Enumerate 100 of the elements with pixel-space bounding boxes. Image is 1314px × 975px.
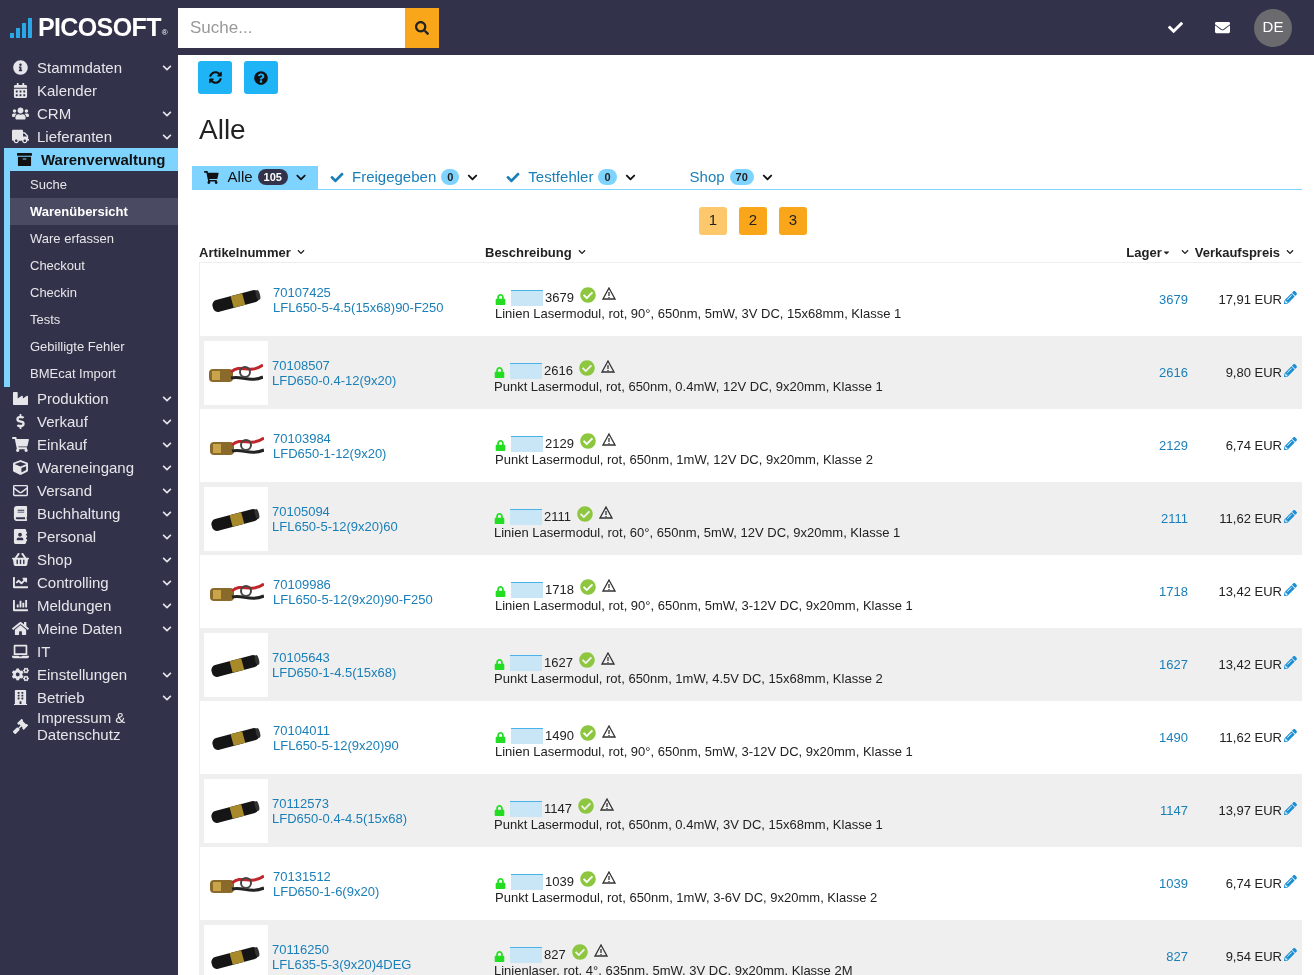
stock-link[interactable]: 3679 bbox=[1120, 289, 1190, 310]
page-button[interactable]: 1 bbox=[699, 206, 727, 235]
sidebar-item[interactable]: Stammdaten bbox=[0, 56, 178, 79]
sidebar-item[interactable]: IT bbox=[0, 640, 178, 663]
edit-icon[interactable] bbox=[1284, 364, 1297, 377]
check-icon[interactable] bbox=[1168, 20, 1183, 35]
article-number-link[interactable]: 70105643 bbox=[272, 649, 494, 665]
edit-icon[interactable] bbox=[1284, 875, 1297, 888]
article-number-link[interactable]: 70103984 bbox=[273, 430, 495, 446]
model-link[interactable]: LFL650-5-4.5(15x68)90-F250 bbox=[273, 299, 495, 315]
sidebar-item[interactable]: Controlling bbox=[0, 571, 178, 594]
edit-icon[interactable] bbox=[1284, 656, 1297, 669]
stock-link[interactable]: 2129 bbox=[1120, 435, 1190, 456]
edit-icon[interactable] bbox=[1284, 291, 1297, 304]
sidebar-subitem[interactable]: Checkin bbox=[10, 279, 178, 306]
lock-icon bbox=[495, 877, 506, 889]
model-link[interactable]: LFD650-0.4-4.5(15x68) bbox=[272, 810, 494, 826]
model-link[interactable]: LFL650-5-12(9x20)90 bbox=[273, 737, 495, 753]
cart-icon bbox=[204, 169, 219, 185]
lock-icon bbox=[494, 366, 505, 378]
page-button[interactable]: 3 bbox=[779, 206, 807, 235]
sidebar-item[interactable]: Meldungen bbox=[0, 594, 178, 617]
edit-icon[interactable] bbox=[1284, 948, 1297, 961]
stock-link[interactable]: 1718 bbox=[1120, 581, 1190, 602]
stock-count: 1490 bbox=[545, 728, 574, 743]
article-number-link[interactable]: 70131512 bbox=[273, 868, 495, 884]
model-link[interactable]: LFD650-1-12(9x20) bbox=[273, 445, 495, 461]
avatar[interactable]: DE bbox=[1254, 8, 1292, 47]
search-field[interactable]: Suche... bbox=[178, 7, 405, 48]
article-number-link[interactable]: 70107425 bbox=[273, 284, 495, 300]
tab[interactable]: Shop 70 bbox=[677, 166, 785, 189]
article-number-link[interactable]: 70116250 bbox=[272, 941, 494, 957]
stock-link[interactable]: 1490 bbox=[1120, 727, 1190, 748]
sidebar-subitem[interactable]: Tests bbox=[10, 306, 178, 333]
model-link[interactable]: LFD650-1-6(9x20) bbox=[273, 883, 495, 899]
search-button[interactable] bbox=[405, 7, 439, 48]
stock-link[interactable]: 2111 bbox=[1120, 508, 1190, 529]
stock-link[interactable]: 1147 bbox=[1120, 800, 1190, 821]
model-link[interactable]: LFL650-5-12(9x20)90-F250 bbox=[273, 591, 495, 607]
laptop-icon bbox=[12, 644, 29, 659]
page-button[interactable]: 2 bbox=[739, 206, 767, 235]
tab[interactable]: Testfehler 0 bbox=[494, 166, 648, 189]
sidebar-item[interactable]: Einstellungen bbox=[0, 663, 178, 686]
sidebar-subitem[interactable]: BMEcat Import bbox=[10, 360, 178, 387]
article-number-link[interactable]: 70108507 bbox=[272, 357, 494, 373]
price: 6,74 EUR bbox=[1224, 436, 1282, 455]
edit-icon[interactable] bbox=[1284, 583, 1297, 596]
sidebar-item[interactable]: Lieferanten bbox=[0, 125, 178, 148]
table-row[interactable]: 70108507 LFD650-0.4-12(9x20) 2616 Punkt Lasermodul, rot, 650nm, 0.4mW, 12V DC, 9x20mm, Klasse 1 2616 9,80 EUR bbox=[199, 336, 1302, 409]
model-link[interactable]: LFL635-5-3(9x20)4DEG bbox=[272, 956, 494, 972]
column-header[interactable]: Lager bbox=[1126, 242, 1171, 262]
sidebar-subitem[interactable]: Suche bbox=[10, 171, 178, 198]
sidebar-subitem[interactable]: Warenübersicht bbox=[10, 198, 178, 225]
sidebar-subitem[interactable]: Ware erfassen bbox=[10, 225, 178, 252]
stock-link[interactable]: 2616 bbox=[1120, 362, 1190, 383]
count-badge: 0 bbox=[598, 169, 617, 186]
chevron-down-icon[interactable] bbox=[1180, 248, 1189, 257]
model-link[interactable]: LFD650-0.4-12(9x20) bbox=[272, 372, 494, 388]
sidebar-item[interactable]: Versand bbox=[0, 479, 178, 502]
tab[interactable]: Alle 105 bbox=[192, 166, 318, 189]
column-header[interactable]: Artikelnummer bbox=[199, 242, 485, 262]
stock-link[interactable]: 827 bbox=[1120, 946, 1190, 967]
table-row[interactable]: 70112573 LFD650-0.4-4.5(15x68) 1147 Punkt Lasermodul, rot, 650nm, 0.4mW, 3V DC, 15x68mm, Klasse 1 1147 13,97 EUR bbox=[199, 774, 1302, 847]
sidebar-item[interactable]: CRM bbox=[0, 102, 178, 125]
refresh-button[interactable] bbox=[198, 61, 232, 94]
article-number-link[interactable]: 70105094 bbox=[272, 503, 494, 519]
envelope-icon[interactable] bbox=[1215, 20, 1230, 35]
chevron-down-icon bbox=[577, 248, 586, 257]
edit-icon[interactable] bbox=[1284, 729, 1297, 742]
edit-icon[interactable] bbox=[1284, 802, 1297, 815]
edit-icon[interactable] bbox=[1284, 437, 1297, 450]
sidebar-item[interactable]: Personal bbox=[0, 525, 178, 548]
sidebar-item[interactable]: Verkauf bbox=[0, 410, 178, 433]
edit-icon[interactable] bbox=[1284, 510, 1297, 523]
sidebar-subitem[interactable]: Checkout bbox=[10, 252, 178, 279]
sidebar-item[interactable]: Wareneingang bbox=[0, 456, 178, 479]
sidebar-item[interactable]: Produktion bbox=[0, 387, 178, 410]
sidebar-subitem[interactable]: Gebilligte Fehler bbox=[10, 333, 178, 360]
help-button[interactable] bbox=[244, 61, 278, 94]
sidebar-item[interactable]: Buchhaltung bbox=[0, 502, 178, 525]
sidebar-item[interactable]: Einkauf bbox=[0, 433, 178, 456]
sidebar-item[interactable]: Betrieb bbox=[0, 686, 178, 709]
sidebar-item[interactable]: Kalender bbox=[0, 79, 178, 102]
table-row[interactable]: 70105643 LFD650-1-4.5(15x68) 1627 Punkt Lasermodul, rot, 650nm, 1mW, 4.5V DC, 15x68mm, Klasse 2 1627 13,42 EUR bbox=[199, 628, 1302, 701]
sidebar-item[interactable]: Shop bbox=[0, 548, 178, 571]
model-link[interactable]: LFL650-5-12(9x20)60 bbox=[272, 518, 494, 534]
column-header[interactable]: Beschreibung bbox=[485, 242, 1127, 262]
article-number-link[interactable]: 70112573 bbox=[272, 795, 494, 811]
article-number-link[interactable]: 70109986 bbox=[273, 576, 495, 592]
stock-link[interactable]: 1039 bbox=[1120, 873, 1190, 894]
sidebar-item[interactable]: Impressum & Datenschutz bbox=[0, 709, 178, 743]
tab[interactable]: Freigegeben 0 bbox=[318, 166, 491, 189]
column-header[interactable]: Verkaufspreis bbox=[1194, 242, 1302, 262]
refresh-icon bbox=[208, 71, 222, 84]
stock-link[interactable]: 1627 bbox=[1120, 654, 1190, 675]
stock-bar bbox=[510, 800, 542, 817]
table-row[interactable]: 70105094 LFL650-5-12(9x20)60 2111 Linien Lasermodul, rot, 60°, 650nm, 5mW, 12V DC, 9x20mm, Klasse 1 2111 11,62 EUR bbox=[199, 482, 1302, 555]
article-number-link[interactable]: 70104011 bbox=[273, 722, 495, 738]
sidebar-item[interactable]: Meine Daten bbox=[0, 617, 178, 640]
model-link[interactable]: LFD650-1-4.5(15x68) bbox=[272, 664, 494, 680]
